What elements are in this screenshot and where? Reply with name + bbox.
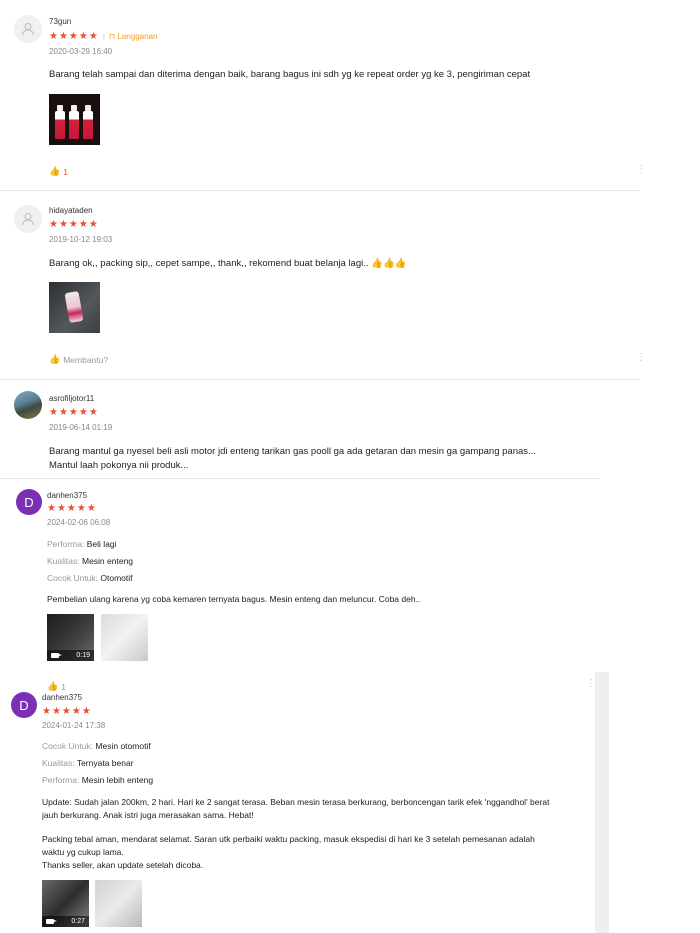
subscription-badge: | ⊓ Langganan [102, 32, 158, 41]
attribute-cocok-untuk: Cocok Untuk: Mesin otomotif [42, 741, 151, 751]
review-date: 2024-01-24 17:38 [42, 721, 106, 730]
attribute-kualitas: Kualitas: Mesin enteng [47, 556, 134, 566]
avatar[interactable] [14, 15, 42, 43]
reviewer-name[interactable]: asrofiljotor11 [49, 394, 94, 403]
video-duration: 0:27 [71, 918, 85, 925]
attribute-performa: Performa: Beli lagi [47, 539, 117, 549]
thumbs-up-icon: 👍 [49, 166, 61, 176]
review-photo[interactable] [101, 614, 148, 661]
scrollbar[interactable] [595, 672, 609, 933]
star-rating: ★★★★★ [49, 407, 99, 418]
like-count: 1 [63, 166, 68, 177]
star-rating: ★★★★★ [42, 706, 92, 717]
review-text-line-1: Update: Sudah jalan 200km, 2 hari. Hari … [42, 797, 550, 807]
review-date: 2019-10-12 19:03 [49, 235, 113, 244]
more-options-icon[interactable]: ⋮ [636, 164, 646, 175]
review-photo[interactable] [49, 94, 100, 145]
video-camera-icon [46, 919, 57, 924]
review-text-line-5: Thanks seller, akan update setelah dicob… [42, 860, 204, 870]
avatar[interactable]: D [16, 489, 42, 515]
like-count: 1 [61, 681, 66, 692]
like-button[interactable]: 👍 1 [49, 166, 68, 177]
review-video[interactable]: 0:27 [42, 880, 89, 927]
helpful-label: Membantu? [63, 354, 109, 365]
review-text-line-2: Mantul laah pokonya nii produk... [49, 460, 189, 471]
divider [0, 379, 640, 380]
review-text: Barang ok,, packing sip,, cepet sampe,, … [49, 258, 407, 269]
helpful-button[interactable]: 👍 Membantu? [49, 354, 108, 365]
user-icon [22, 23, 34, 36]
attribute-cocok-untuk: Cocok Untuk: Otomotif [47, 573, 133, 583]
avatar[interactable] [14, 205, 42, 233]
attribute-performa: Performa: Mesin lebih enteng [42, 775, 154, 785]
more-options-icon[interactable]: ⋮ [636, 352, 646, 363]
review-video[interactable]: 0:19 [47, 614, 94, 661]
divider [0, 478, 600, 479]
review-text-line-4: waktu yg cukup lama. [42, 847, 124, 857]
attribute-kualitas: Kualitas: Ternyata benar [42, 758, 134, 768]
divider [0, 190, 640, 191]
review-photo[interactable] [95, 880, 142, 927]
reviewer-name[interactable]: danhen375 [47, 491, 87, 500]
review-date: 2019-06-14 01:19 [49, 423, 113, 432]
user-icon [22, 213, 34, 226]
like-button[interactable]: 👍 1 [47, 681, 66, 692]
review-date: 2024-02-06 06:08 [47, 518, 111, 527]
thumbs-up-icon: 👍 [49, 354, 61, 364]
review-text-line-3: Packing tebal aman, mendarat selamat. Sa… [42, 834, 535, 844]
video-camera-icon [51, 653, 62, 658]
reviewer-name[interactable]: hidayataden [49, 206, 93, 215]
review-date: 2020-03-29 16:40 [49, 47, 113, 56]
video-duration: 0:19 [76, 652, 90, 659]
review-text-line-2: jauh berkurang. Anak istri juga merasaka… [42, 810, 254, 820]
star-rating: ★★★★★ [47, 503, 97, 514]
review-text-line-1: Barang mantul ga nyesel beli asli motor … [49, 446, 536, 457]
review-photo[interactable] [49, 282, 100, 333]
review-text: Barang telah sampai dan diterima dengan … [49, 69, 531, 80]
review-text: Pembelian ulang karena yg coba kemaren t… [47, 594, 421, 604]
avatar[interactable] [14, 391, 42, 419]
star-rating: ★★★★★ [49, 219, 99, 230]
reviewer-name[interactable]: 73gun [49, 17, 71, 26]
star-rating: ★★★★★ | ⊓ Langganan [49, 31, 158, 42]
thumbs-up-icon: 👍 [47, 681, 59, 691]
avatar[interactable]: D [11, 692, 37, 718]
reviewer-name[interactable]: danhen375 [42, 693, 82, 702]
bag-icon: ⊓ [108, 32, 116, 41]
